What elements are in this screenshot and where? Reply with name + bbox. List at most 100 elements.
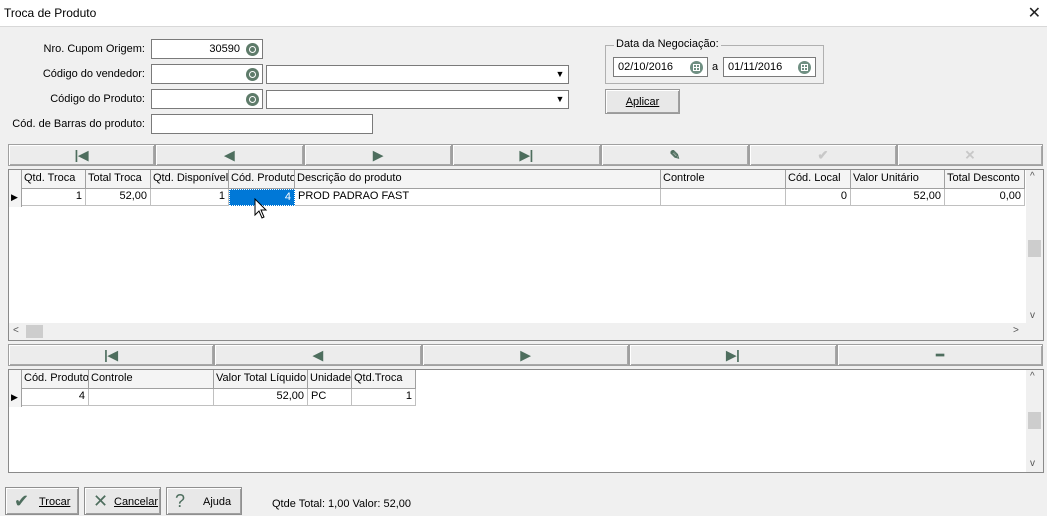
scroll-down-icon[interactable]: v bbox=[1030, 310, 1035, 321]
chevron-down-icon[interactable]: ▼ bbox=[554, 93, 566, 106]
last-record-button[interactable]: ▶| bbox=[452, 144, 601, 166]
next-record-icon: ▶ bbox=[373, 147, 383, 163]
previous-record-button[interactable]: ◀ bbox=[214, 344, 422, 366]
table-cell[interactable]: 1 bbox=[22, 189, 86, 206]
lookup-icon[interactable] bbox=[246, 43, 259, 56]
grid1-header[interactable]: Qtd. Disponível bbox=[151, 170, 229, 189]
table-cell[interactable]: 1 bbox=[352, 389, 416, 406]
date-to-value: 01/11/2016 bbox=[728, 61, 783, 73]
grid2-vscroll-thumb[interactable] bbox=[1028, 412, 1041, 429]
help-icon: ? bbox=[175, 491, 186, 511]
first-record-icon: |◀ bbox=[74, 147, 89, 163]
exchange-grid[interactable]: Cód. Produto Controle Valor Total Líquid… bbox=[8, 369, 1044, 473]
header-indicator bbox=[9, 170, 22, 189]
scroll-up-icon[interactable]: ^ bbox=[1030, 171, 1035, 182]
grid1-hscroll-thumb[interactable] bbox=[26, 325, 43, 338]
delete-button[interactable]: ━ bbox=[837, 344, 1043, 366]
current-row-icon: ▶ bbox=[11, 392, 18, 402]
grid1-header[interactable]: Controle bbox=[661, 170, 786, 189]
barras-label: Cód. de Barras do produto: bbox=[12, 118, 145, 130]
current-row-icon: ▶ bbox=[11, 192, 18, 202]
edit-icon: ✎ bbox=[669, 147, 681, 163]
previous-record-button[interactable]: ◀ bbox=[155, 144, 304, 166]
grid2-header[interactable]: Qtd.Troca bbox=[352, 370, 416, 389]
table-cell[interactable]: 52,00 bbox=[851, 189, 945, 206]
first-record-button[interactable]: |◀ bbox=[8, 344, 214, 366]
table-cell[interactable]: 52,00 bbox=[214, 389, 308, 406]
last-record-icon: ▶| bbox=[519, 147, 534, 163]
ajuda-label: Ajuda bbox=[203, 496, 232, 508]
negociacao-label: Data da Negociação: bbox=[614, 38, 721, 50]
grid1-header[interactable]: Total Troca bbox=[86, 170, 151, 189]
next-record-button[interactable]: ▶ bbox=[422, 344, 629, 366]
grid1-horizontal-scrollbar[interactable]: < > bbox=[9, 323, 1043, 340]
grid2-header[interactable]: Cód. Produto bbox=[22, 370, 89, 389]
products-grid[interactable]: Qtd. Troca Total Troca Qtd. Disponível C… bbox=[8, 169, 1044, 341]
apply-button[interactable]: Aplicar bbox=[605, 89, 680, 114]
barras-input[interactable] bbox=[151, 114, 373, 134]
previous-record-icon: ◀ bbox=[313, 347, 323, 363]
grid1-vscroll-thumb[interactable] bbox=[1028, 240, 1041, 257]
date-from-value: 02/10/2016 bbox=[618, 61, 674, 73]
delete-icon: ━ bbox=[936, 347, 944, 363]
table-cell[interactable] bbox=[89, 389, 214, 406]
mouse-cursor-icon bbox=[254, 198, 268, 219]
calendar-icon[interactable] bbox=[690, 61, 703, 74]
confirm-button[interactable]: ✔ bbox=[749, 144, 897, 166]
table-cell[interactable]: 4 bbox=[22, 389, 89, 406]
date-to-input[interactable]: 01/11/2016 bbox=[723, 57, 816, 77]
vendedor-code-input[interactable] bbox=[151, 64, 263, 84]
scroll-down-icon[interactable]: v bbox=[1030, 458, 1035, 469]
grid1-navigator: |◀ ◀ ▶ ▶| ✎ ✔ ✕ bbox=[8, 144, 1043, 166]
vendedor-select[interactable]: ▼ bbox=[266, 65, 569, 84]
trocar-button[interactable]: ✔ Trocar bbox=[5, 487, 79, 515]
previous-record-icon: ◀ bbox=[224, 147, 235, 163]
chevron-down-icon[interactable]: ▼ bbox=[554, 68, 566, 81]
close-icon: ✕ bbox=[93, 491, 109, 511]
table-cell[interactable]: PROD PADRAO FAST bbox=[295, 189, 661, 206]
lookup-icon[interactable] bbox=[246, 68, 259, 81]
table-cell[interactable]: 0 bbox=[786, 189, 851, 206]
table-cell[interactable]: 0,00 bbox=[945, 189, 1025, 206]
scroll-left-icon[interactable]: < bbox=[13, 325, 19, 336]
close-icon[interactable]: ✕ bbox=[1028, 3, 1041, 23]
ajuda-button[interactable]: ? Ajuda bbox=[166, 487, 242, 515]
edit-button[interactable]: ✎ bbox=[601, 144, 749, 166]
lookup-icon[interactable] bbox=[246, 93, 259, 106]
cancel-edit-icon: ✕ bbox=[964, 147, 976, 163]
produto-code-input[interactable] bbox=[151, 89, 263, 109]
calendar-icon[interactable] bbox=[798, 61, 811, 74]
grid1-header[interactable]: Cód. Local bbox=[786, 170, 851, 189]
scroll-right-icon[interactable]: > bbox=[1013, 325, 1019, 336]
last-record-button[interactable]: ▶| bbox=[629, 344, 837, 366]
grid2-vertical-scrollbar[interactable]: ^ v bbox=[1026, 370, 1043, 472]
table-cell[interactable]: 1 bbox=[151, 189, 229, 206]
grid1-header[interactable]: Valor Unitário bbox=[851, 170, 945, 189]
next-record-button[interactable]: ▶ bbox=[304, 144, 452, 166]
first-record-button[interactable]: |◀ bbox=[8, 144, 155, 166]
grid2-header[interactable]: Valor Total Líquido bbox=[214, 370, 308, 389]
grid1-header[interactable]: Qtd. Troca bbox=[22, 170, 86, 189]
grid1-vertical-scrollbar[interactable]: ^ v bbox=[1026, 170, 1043, 323]
apply-label: Aplicar bbox=[625, 96, 660, 108]
grid1-header[interactable]: Total Desconto bbox=[945, 170, 1025, 189]
table-cell[interactable] bbox=[661, 189, 786, 206]
grid1-header[interactable]: Descrição do produto bbox=[295, 170, 661, 189]
date-from-input[interactable]: 02/10/2016 bbox=[613, 57, 708, 77]
table-cell[interactable]: 52,00 bbox=[86, 189, 151, 206]
grid2-header[interactable]: Unidade bbox=[308, 370, 352, 389]
cancelar-label: Cancelar bbox=[114, 496, 159, 508]
table-cell[interactable]: PC bbox=[308, 389, 352, 406]
produto-label: Código do Produto: bbox=[50, 93, 145, 105]
produto-select[interactable]: ▼ bbox=[266, 90, 569, 109]
cancel-edit-button[interactable]: ✕ bbox=[897, 144, 1043, 166]
title-bar: Troca de Produto ✕ bbox=[0, 0, 1047, 27]
grid1-header[interactable]: Cód. Produto bbox=[229, 170, 295, 189]
header-indicator bbox=[9, 370, 22, 389]
grid2-header[interactable]: Controle bbox=[89, 370, 214, 389]
cancelar-button[interactable]: ✕ Cancelar bbox=[84, 487, 161, 515]
cupom-input[interactable]: 30590 bbox=[151, 39, 263, 59]
last-record-icon: ▶| bbox=[726, 347, 740, 363]
scroll-up-icon[interactable]: ^ bbox=[1030, 371, 1035, 382]
check-icon: ✔ bbox=[14, 491, 30, 511]
